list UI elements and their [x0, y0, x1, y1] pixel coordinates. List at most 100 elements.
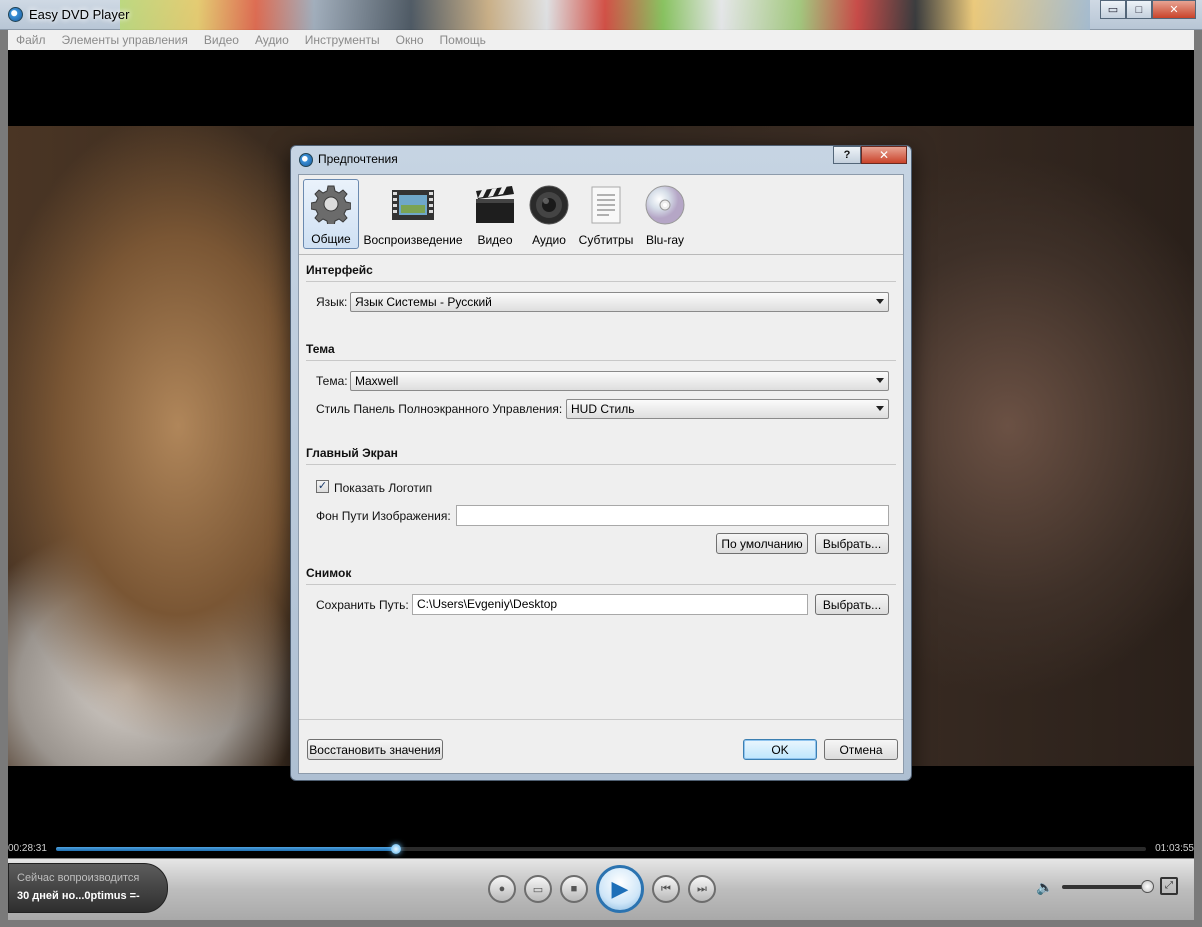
stop-icon: ■ — [570, 883, 578, 895]
title-bar: Easy DVD Player ▭ □ ✕ — [0, 0, 1202, 30]
playlist-button[interactable]: ● — [488, 875, 516, 903]
next-button[interactable]: ⏭ — [688, 875, 716, 903]
minimize-button[interactable]: ▭ — [1100, 0, 1126, 19]
section-interface-divider — [306, 281, 896, 282]
open-button[interactable]: ▭ — [524, 875, 552, 903]
playback-controls: ● ▭ ■ ▶ ⏮ ⏭ — [488, 865, 724, 913]
now-playing-title: 30 дней но...0ptimus =- — [17, 890, 140, 902]
tab-general-label: Общие — [311, 232, 351, 246]
dialog-body: Общие Воспроизведение Видео Аудио Субтит… — [298, 174, 904, 774]
fullscreen-icon[interactable]: ⤢ — [1160, 877, 1178, 895]
section-snapshot-divider — [306, 584, 896, 585]
menu-file[interactable]: Файл — [16, 33, 46, 47]
close-button[interactable]: ✕ — [1152, 0, 1196, 19]
fullscreen-style-select[interactable]: HUD Стиль — [566, 399, 889, 419]
section-theme-divider — [306, 360, 896, 361]
save-path-label: Сохранить Путь: — [316, 598, 409, 612]
chevron-down-icon — [876, 406, 884, 411]
control-bar: Сейчас вопроизводится 30 дней но...0ptim… — [8, 858, 1194, 920]
tab-playback[interactable]: Воспроизведение — [359, 179, 467, 249]
seek-bar-fill — [56, 847, 397, 851]
bg-browse-button[interactable]: Выбрать... — [815, 533, 889, 554]
tab-audio-label: Аудио — [532, 233, 566, 247]
section-snapshot-title: Снимок — [306, 566, 352, 580]
tab-general[interactable]: Общие — [303, 179, 359, 249]
tabs-divider — [299, 254, 903, 255]
fullscreen-style-value: HUD Стиль — [571, 402, 635, 416]
volume-slider[interactable] — [1062, 880, 1155, 893]
preferences-dialog: Предпочтения ? ✕ Общие Воспроизведение В… — [290, 145, 912, 781]
fullscreen-style-label: Стиль Панель Полноэкранного Управления: — [316, 402, 563, 416]
people-icon: ● — [498, 883, 506, 895]
disc-icon — [642, 183, 688, 227]
volume-handle[interactable] — [1141, 880, 1155, 893]
menu-controls[interactable]: Элементы управления — [62, 33, 188, 47]
film-strip-icon — [390, 183, 436, 227]
window-title: Easy DVD Player — [29, 7, 130, 22]
seek-bar[interactable] — [56, 844, 1146, 854]
play-button[interactable]: ▶ — [596, 865, 644, 913]
stop-button[interactable]: ■ — [560, 875, 588, 903]
language-label: Язык: — [316, 295, 348, 309]
section-main-screen-title: Главный Экран — [306, 446, 398, 460]
seek-handle[interactable] — [391, 844, 402, 854]
menu-video[interactable]: Видео — [204, 33, 239, 47]
language-select[interactable]: Язык Системы - Русский — [350, 292, 889, 312]
gear-icon — [308, 182, 354, 226]
cancel-button[interactable]: Отмена — [824, 739, 898, 760]
default-button[interactable]: По умолчанию — [716, 533, 808, 554]
skip-forward-icon: ⏭ — [697, 882, 707, 895]
show-logo-label: Показать Логотип — [334, 481, 433, 495]
elapsed-time: 00:28:31 — [8, 843, 47, 854]
play-icon: ▶ — [611, 876, 629, 901]
section-interface-title: Интерфейс — [306, 263, 373, 277]
tab-video-label: Видео — [477, 233, 513, 247]
restore-defaults-button[interactable]: Восстановить значения — [307, 739, 443, 760]
dialog-title: Предпочтения — [318, 152, 398, 166]
skip-back-icon: ⏮ — [661, 882, 671, 895]
now-playing-panel: Сейчас вопроизводится 30 дней но...0ptim… — [8, 863, 168, 913]
menu-window[interactable]: Окно — [396, 33, 424, 47]
previous-button[interactable]: ⏮ — [652, 875, 680, 903]
tab-subtitles-label: Субтитры — [578, 233, 634, 247]
ok-button[interactable]: OK — [743, 739, 817, 760]
tab-subtitles[interactable]: Субтитры — [575, 179, 637, 249]
help-button[interactable]: ? — [833, 146, 861, 164]
tab-bluray-label: Blu-ray — [645, 233, 684, 247]
taskbar-thumbnails-strip — [120, 0, 1090, 30]
bg-path-label: Фон Пути Изображения: — [316, 509, 451, 523]
chevron-down-icon — [876, 299, 884, 304]
dialog-app-icon — [299, 153, 313, 167]
maximize-button[interactable]: □ — [1126, 0, 1152, 19]
theme-value: Maxwell — [355, 374, 399, 388]
language-value: Язык Системы - Русский — [355, 295, 492, 309]
tab-video[interactable]: Видео — [467, 179, 523, 249]
app-icon — [8, 7, 23, 22]
dialog-close-button[interactable]: ✕ — [861, 146, 907, 164]
document-icon — [583, 183, 629, 227]
tab-playback-label: Воспроизведение — [363, 233, 463, 247]
window-controls: ▭ □ ✕ — [1100, 0, 1196, 19]
section-theme-title: Тема — [306, 342, 335, 356]
menu-audio[interactable]: Аудио — [255, 33, 289, 47]
speaker-icon — [526, 183, 572, 227]
tab-bluray[interactable]: Blu-ray — [637, 179, 693, 249]
theme-select[interactable]: Maxwell — [350, 371, 889, 391]
chevron-down-icon — [876, 378, 884, 383]
theme-label: Тема: — [316, 374, 348, 388]
bg-path-input[interactable] — [456, 505, 889, 526]
total-time: 01:03:55 — [1155, 843, 1194, 854]
menu-tools[interactable]: Инструменты — [305, 33, 380, 47]
snapshot-browse-button[interactable]: Выбрать... — [815, 594, 889, 615]
tab-audio[interactable]: Аудио — [523, 179, 575, 249]
show-logo-checkbox[interactable]: ✓ — [316, 480, 329, 493]
clapperboard-icon — [472, 183, 518, 227]
dialog-controls: ? ✕ — [833, 146, 907, 164]
volume-icon[interactable]: 🔈 — [1036, 879, 1053, 896]
save-path-input[interactable]: C:\Users\Evgeniy\Desktop — [412, 594, 808, 615]
menu-help[interactable]: Помощь — [440, 33, 486, 47]
now-playing-label: Сейчас вопроизводится — [17, 872, 140, 884]
folder-icon: ▭ — [532, 883, 544, 896]
preferences-tabs: Общие Воспроизведение Видео Аудио Субтит… — [299, 175, 903, 253]
footer-divider — [299, 719, 903, 720]
